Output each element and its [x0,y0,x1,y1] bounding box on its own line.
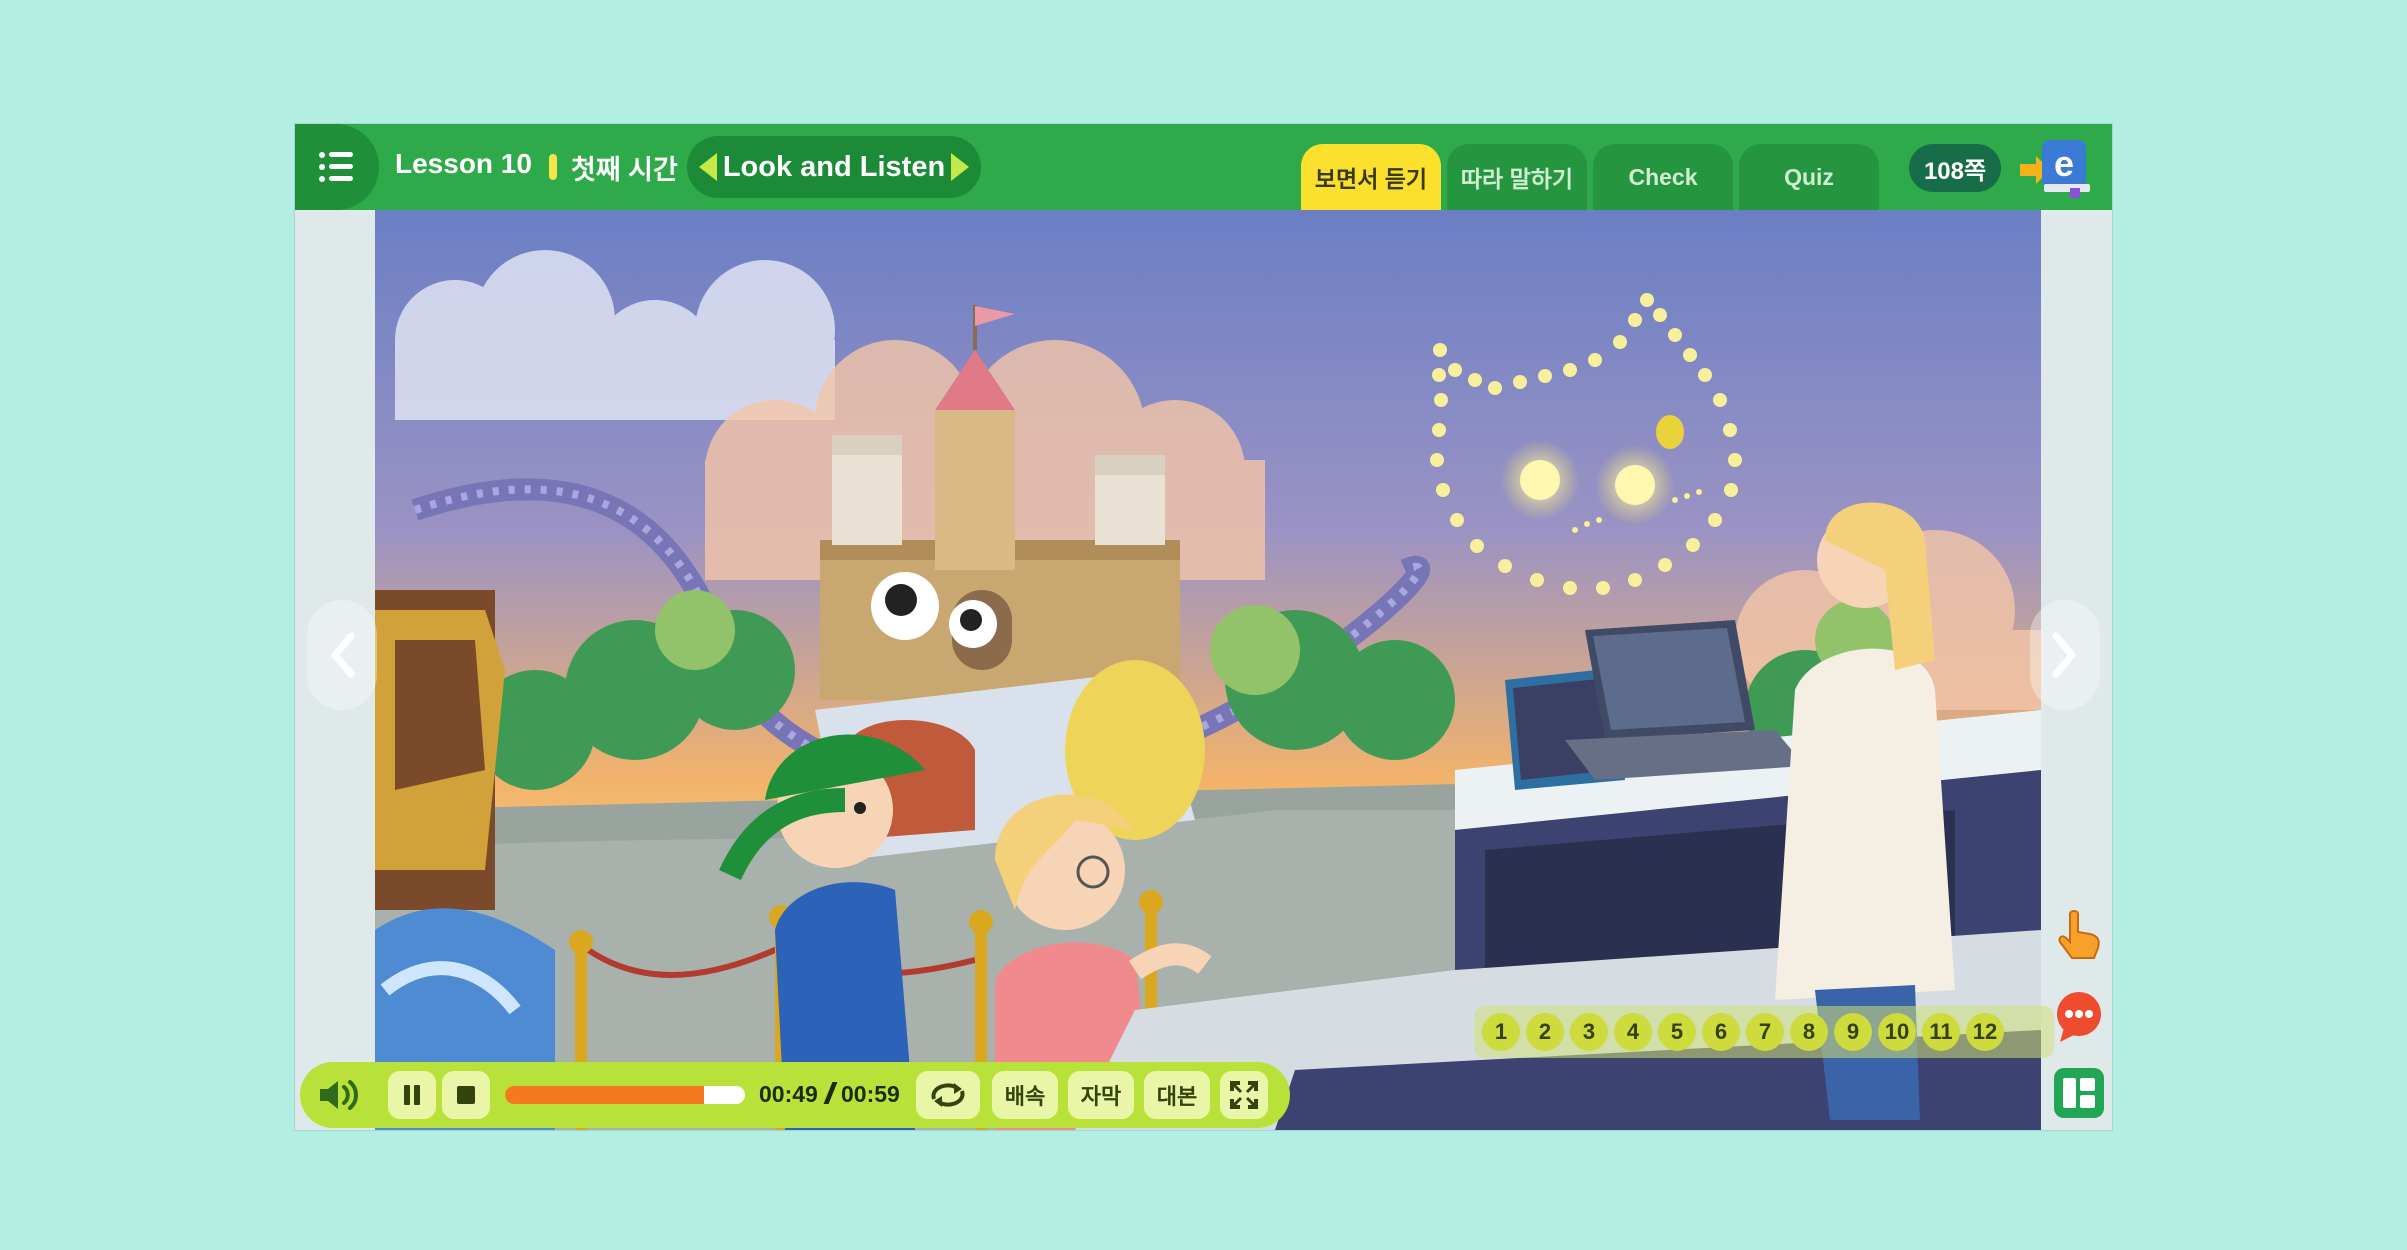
scene-page-5[interactable]: 5 [1658,1013,1696,1051]
scene-page-2[interactable]: 2 [1526,1013,1564,1051]
tab-watch-listen[interactable]: 보면서 듣기 [1301,144,1441,210]
period-title: 첫째 시간 [571,155,678,185]
progress-fill [505,1086,705,1104]
scene-page-4[interactable]: 4 [1614,1013,1652,1051]
subtitle-button[interactable]: 자막 [1068,1071,1134,1119]
prev-scene-button[interactable] [307,600,377,710]
stop-button[interactable] [442,1071,490,1119]
scene-page-10[interactable]: 10 [1878,1013,1916,1051]
scene-page-3[interactable]: 3 [1570,1013,1608,1051]
chevron-right-icon [2052,632,2076,678]
next-scene-button[interactable] [2030,600,2100,710]
scene-page-11[interactable]: 11 [1922,1013,1960,1051]
chat-button[interactable] [2052,990,2106,1044]
fullscreen-button[interactable] [1220,1071,1268,1119]
tab-repeat-after[interactable]: 따라 말하기 [1447,144,1587,210]
speed-button[interactable]: 배속 [992,1071,1058,1119]
repeat-icon [931,1083,965,1107]
progress-bar[interactable] [505,1086,745,1104]
layout-icon [2054,1068,2104,1118]
media-player: 00:49 00:59 배속 자막 대본 [300,1062,1290,1128]
scene-page-9[interactable]: 9 [1834,1013,1872,1051]
stop-icon [457,1086,475,1104]
pointer-tool-button[interactable] [2052,908,2106,962]
scene-page-1[interactable]: 1 [1482,1013,1520,1051]
repeat-button[interactable] [916,1071,980,1119]
menu-button[interactable] [295,124,379,210]
current-time: 00:49 [759,1081,818,1107]
activity-selector[interactable]: Look and Listen [687,136,981,198]
svg-text:e: e [2054,143,2074,184]
ebook-logo-icon[interactable]: e [2018,138,2094,198]
activity-label: Look and Listen [722,150,946,183]
speaker-icon [320,1080,358,1110]
fullscreen-icon [1230,1081,1258,1109]
chat-bubble-icon [2057,992,2101,1042]
scene-page-8[interactable]: 8 [1790,1013,1828,1051]
pause-button[interactable] [388,1071,436,1119]
scene-page-7[interactable]: 7 [1746,1013,1784,1051]
tab-check[interactable]: Check [1593,144,1733,210]
chevron-left-icon[interactable] [699,153,717,181]
layout-button[interactable] [2052,1066,2106,1120]
total-time: 00:59 [841,1081,900,1107]
script-button[interactable]: 대본 [1144,1071,1210,1119]
top-bar: Lesson 10 첫째 시간 Look and Listen 보면서 듣기 따… [295,124,2112,210]
chevron-right-icon[interactable] [951,153,969,181]
lesson-title: Lesson 10 [395,148,532,179]
page-badge: 108쪽 [1909,144,2001,192]
time-separator [823,1082,838,1104]
volume-button[interactable] [310,1071,366,1119]
pause-icon [404,1085,420,1105]
hand-pointer-icon [2058,910,2100,959]
title-separator [549,154,557,180]
scene-page-12[interactable]: 12 [1966,1013,2004,1051]
app-frame: Lesson 10 첫째 시간 Look and Listen 보면서 듣기 따… [295,124,2112,1130]
chevron-left-icon [331,632,355,678]
story-illustration [375,210,2041,1130]
scene-page-list: 1 2 3 4 5 6 7 8 9 10 11 12 [1474,1006,2054,1058]
tab-quiz[interactable]: Quiz [1739,144,1879,210]
scene-page-6[interactable]: 6 [1702,1013,1740,1051]
